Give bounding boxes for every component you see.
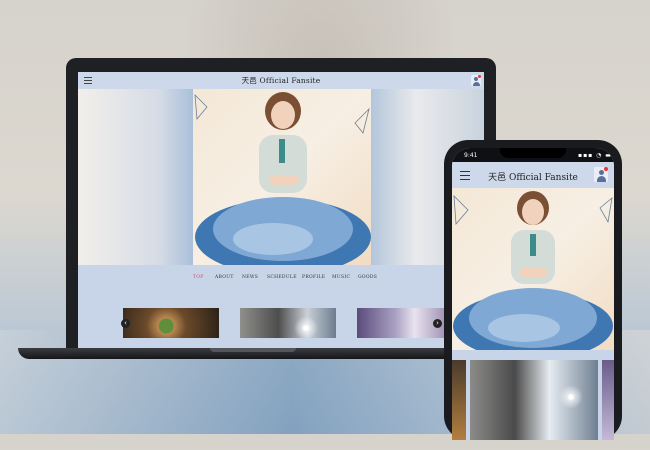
hero-illustration: [194, 92, 371, 265]
phone-frame: 9:41 ▪▪▪ ◔ ▬ 天邑 Official Fansite: [444, 140, 622, 440]
phone-site-header: 天邑 Official Fansite: [452, 162, 614, 188]
nav-item-top[interactable]: TOP: [193, 275, 204, 280]
phone-site-title[interactable]: 天邑 Official Fansite: [452, 170, 614, 183]
site-title[interactable]: 天邑 Official Fansite: [78, 75, 484, 86]
nav-item-music[interactable]: MUSIC: [332, 275, 350, 280]
hero-image: [78, 89, 484, 265]
user-avatar-icon[interactable]: [594, 167, 608, 182]
user-avatar-icon[interactable]: [471, 75, 481, 86]
carousel-thumb-1[interactable]: [123, 308, 219, 338]
nav-item-schedule[interactable]: SCHEDULE: [267, 275, 297, 280]
phone-screen: 9:41 ▪▪▪ ◔ ▬ 天邑 Official Fansite: [452, 148, 614, 440]
phone-thumb-next[interactable]: [602, 360, 614, 440]
nav-item-goods[interactable]: GOODS: [358, 275, 377, 280]
main-nav: TOP ABOUT NEWS SCHEDULE PROFILE MUSIC GO…: [78, 265, 484, 293]
laptop-screen: 天邑 Official Fansite TOP ABOUT NEWS SCHED…: [78, 72, 484, 351]
chevron-left-icon[interactable]: ‹: [121, 319, 130, 328]
phone-thumb-current[interactable]: [470, 360, 598, 440]
phone-status-bar: 9:41 ▪▪▪ ◔ ▬: [452, 148, 614, 162]
nav-item-profile[interactable]: PROFILE: [302, 275, 325, 280]
phone-thumb-prev[interactable]: [452, 360, 466, 440]
nav-item-about[interactable]: ABOUT: [215, 275, 234, 280]
notification-dot: [478, 75, 481, 78]
hero-photo: [193, 89, 371, 265]
status-time: 9:41: [464, 152, 478, 159]
chevron-right-icon[interactable]: ›: [433, 319, 442, 328]
carousel-thumb-2[interactable]: [240, 308, 336, 338]
status-icons: ▪▪▪ ◔ ▬: [578, 152, 612, 159]
laptop-frame: 天邑 Official Fansite TOP ABOUT NEWS SCHED…: [66, 58, 496, 351]
phone-gap: [452, 350, 614, 360]
notification-dot: [604, 167, 608, 171]
site-header: 天邑 Official Fansite: [78, 72, 484, 89]
phone-hero-photo: [452, 188, 614, 350]
phone-notch: [500, 148, 566, 158]
hero-side-left: [78, 89, 193, 265]
laptop-hinge-notch: [210, 348, 296, 352]
phone-hero-illustration: [453, 191, 613, 350]
nav-item-news[interactable]: NEWS: [242, 275, 258, 280]
